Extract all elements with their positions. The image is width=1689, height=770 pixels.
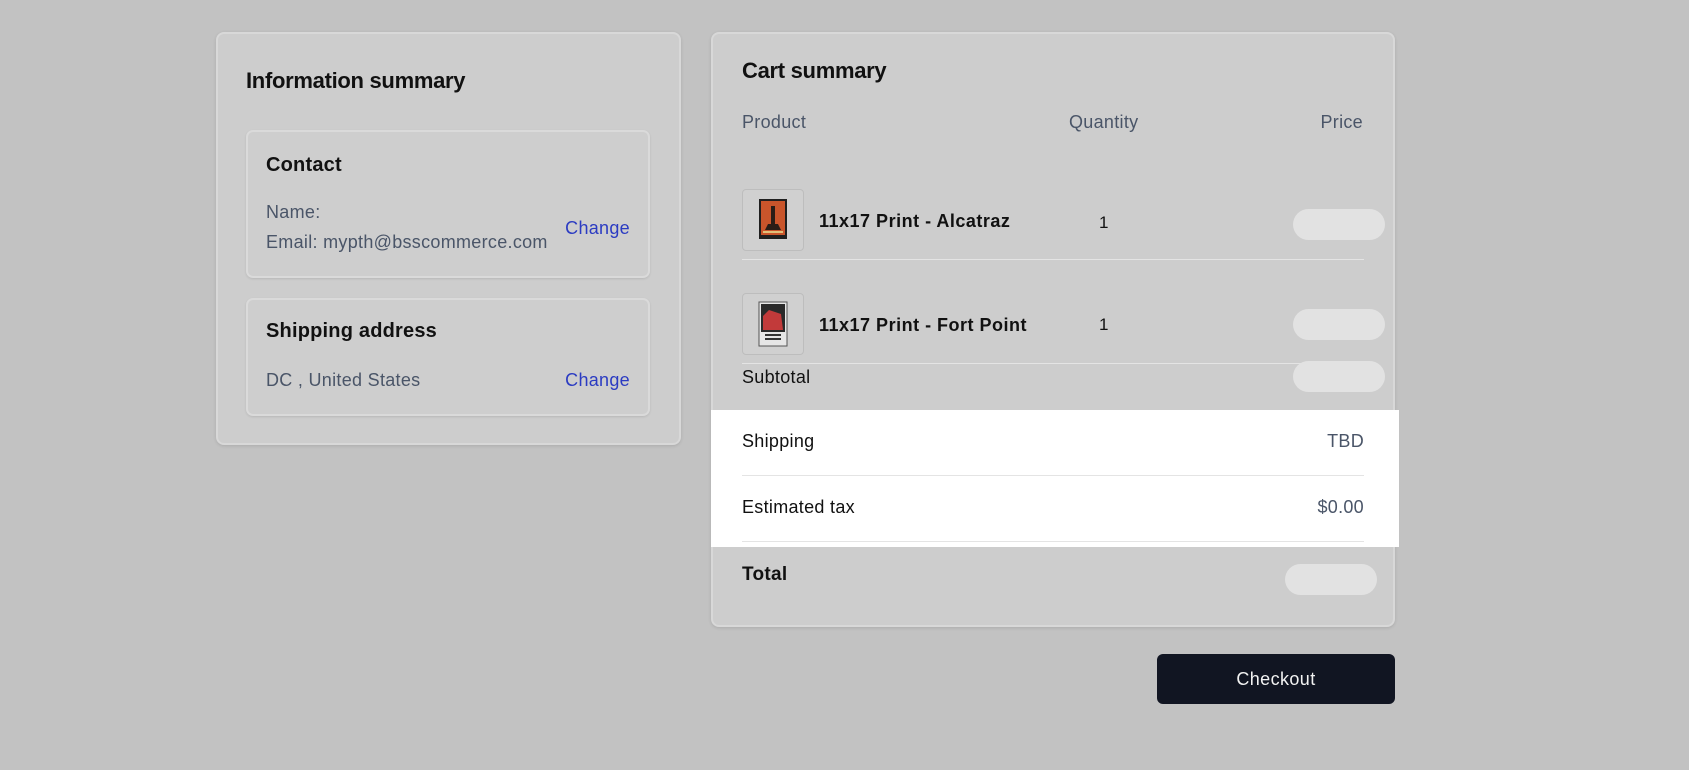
- product-column-header: Product: [742, 112, 807, 132]
- cart-item-name: 11x17 Print - Alcatraz: [819, 211, 1011, 231]
- price-loading-placeholder: [1293, 309, 1385, 340]
- subtotal-label: Subtotal: [742, 367, 811, 387]
- total-loading-placeholder: [1285, 564, 1377, 595]
- contact-title: Contact: [266, 154, 342, 176]
- cart-summary-title: Cart summary: [742, 58, 887, 83]
- quantity-column-header: Quantity: [1069, 112, 1139, 132]
- contact-card: Contact Name: Email: mypth@bsscommerce.c…: [246, 130, 650, 278]
- shipping-address-value: DC , United States: [266, 370, 421, 390]
- divider: [742, 541, 1364, 542]
- cart-item-row: 11x17 Print - Fort Point 1: [742, 259, 1385, 364]
- cart-item-quantity: 1: [1099, 315, 1109, 334]
- shipping-row: Shipping TBD: [742, 431, 1364, 452]
- change-contact-link[interactable]: Change: [565, 218, 630, 239]
- fort-point-print-thumbnail: [742, 293, 804, 355]
- divider: [742, 475, 1364, 476]
- cart-item-name: 11x17 Print - Fort Point: [819, 315, 1028, 335]
- shipping-value: TBD: [1327, 431, 1364, 451]
- cart-item-row: 11x17 Print - Alcatraz 1: [742, 155, 1385, 260]
- fort-point-print-image: [758, 301, 788, 347]
- contact-name: Name:: [266, 202, 321, 222]
- information-summary-title: Information summary: [246, 68, 466, 93]
- shipping-address-title: Shipping address: [266, 320, 438, 342]
- checkout-button[interactable]: Checkout: [1157, 654, 1395, 704]
- shipping-address-card: Shipping address DC , United States Chan…: [246, 298, 650, 416]
- subtotal-loading-placeholder: [1293, 361, 1385, 392]
- shipping-tax-highlight: Shipping TBD Estimated tax $0.00: [711, 410, 1399, 547]
- price-loading-placeholder: [1293, 209, 1385, 240]
- estimated-tax-row: Estimated tax $0.00: [742, 497, 1364, 518]
- estimated-tax-value: $0.00: [1317, 497, 1364, 517]
- information-summary-panel: Information summary Contact Name: Email:…: [216, 32, 681, 445]
- shipping-label: Shipping: [742, 431, 815, 451]
- change-shipping-address-link[interactable]: Change: [565, 370, 630, 391]
- alcatraz-print-image: [759, 199, 787, 239]
- total-label: Total: [742, 564, 788, 585]
- total-row: Total: [742, 564, 1377, 595]
- subtotal-row: Subtotal: [742, 361, 1385, 392]
- estimated-tax-label: Estimated tax: [742, 497, 855, 517]
- cart-item-quantity: 1: [1099, 213, 1109, 232]
- alcatraz-print-thumbnail: [742, 189, 804, 251]
- price-column-header: Price: [1320, 112, 1363, 132]
- contact-email: Email: mypth@bsscommerce.com: [266, 232, 548, 252]
